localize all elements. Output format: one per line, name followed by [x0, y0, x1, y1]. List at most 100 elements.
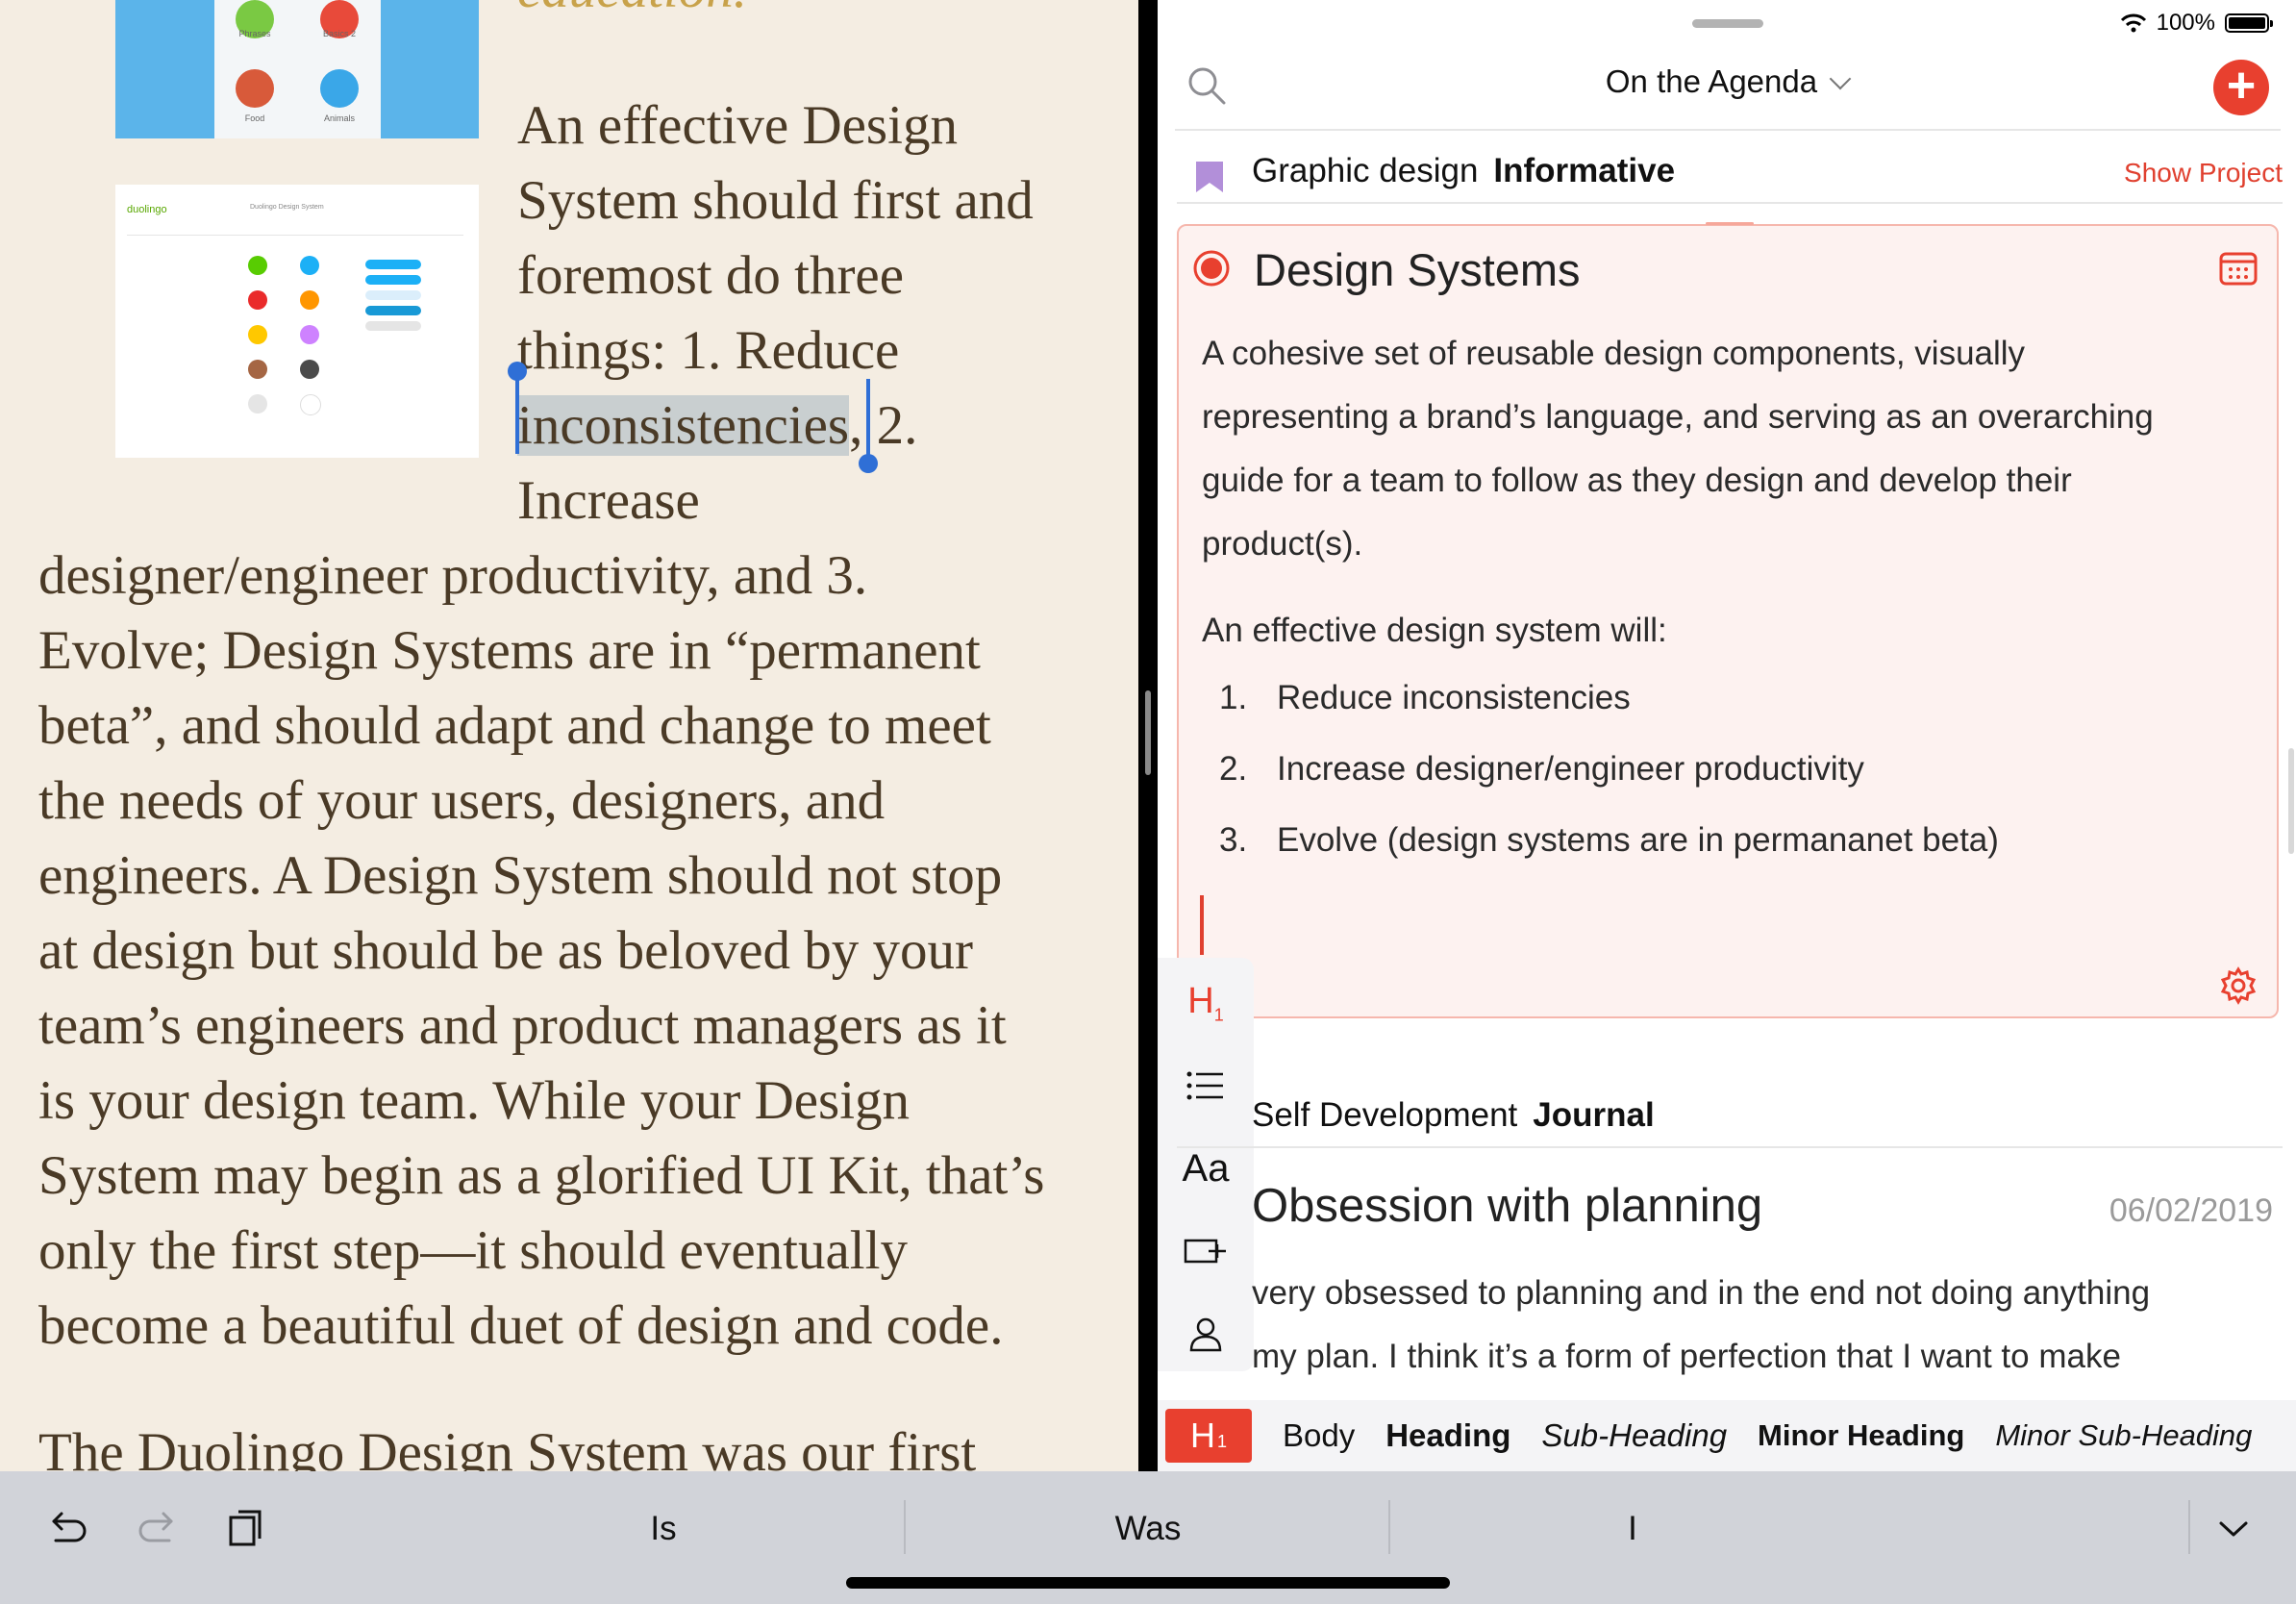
style-minor-heading-button[interactable]: Minor Heading [1758, 1418, 1964, 1453]
thumb-brand: duolingo [127, 204, 167, 215]
gear-icon[interactable] [2219, 966, 2258, 1005]
swatch-light [248, 394, 267, 414]
thumb-button-2 [365, 275, 421, 285]
reader-line: the needs of your users, designers, and [38, 770, 886, 831]
wifi-icon [2120, 13, 2146, 33]
selection-end-bar [866, 379, 870, 456]
reader-line-selection[interactable]: inconsistencies, 2. [517, 388, 917, 464]
note-title[interactable]: Design Systems [1254, 243, 1581, 296]
suggestion-divider [2188, 1500, 2190, 1554]
scrollbar[interactable] [2288, 748, 2294, 854]
suggestion-2[interactable]: Was [908, 1500, 1388, 1558]
thumb-button-1 [365, 260, 421, 269]
insert-tool[interactable] [1158, 1217, 1254, 1285]
person-tool[interactable] [1158, 1300, 1254, 1367]
thumb-button-3 [365, 290, 421, 300]
keyboard-shortcut-bar: Is Was I [0, 1471, 2296, 1604]
style-minor-sub-heading-button[interactable]: Minor Sub-Heading [1995, 1418, 2252, 1453]
project-title: Self Development Journal [1252, 1096, 1655, 1135]
suggestion-divider [904, 1500, 906, 1554]
after-selection: , 2. [849, 395, 918, 456]
agenda-app: 100% On the Agenda + Graphic design Infor… [1158, 0, 2296, 1471]
reader-line: only the first step—it should eventually [38, 1220, 908, 1281]
reader-line: foremost do three [517, 245, 905, 306]
note-body[interactable]: very obsessed to planning and in the end… [1252, 1262, 2290, 1389]
reader-line: at design but should be as beloved by yo… [38, 920, 974, 981]
suggestion-divider [1388, 1500, 1390, 1554]
note-line: product(s). [1202, 525, 1363, 563]
reader-line: System may begin as a glorified UI Kit, … [38, 1145, 1045, 1206]
battery-icon [2225, 13, 2273, 33]
course-map-thumbnail[interactable]: Phrases Basics 2 Food Animals [115, 0, 479, 138]
phrases-label: Phrases [238, 29, 271, 38]
note-line: An effective design system will: [1202, 612, 1667, 649]
note-line: representing a brand’s language, and ser… [1202, 398, 2154, 436]
project-name: Informative [1493, 152, 1676, 189]
note-title[interactable]: Obsession with planning [1252, 1179, 1762, 1233]
reader-line: The Duolingo Design System was our first [38, 1422, 977, 1471]
project-area: Self Development [1252, 1096, 1518, 1134]
swatch-brown [248, 360, 267, 379]
reader-line: team’s engineers and product managers as… [38, 995, 1007, 1056]
design-system-thumbnail[interactable]: duolingo Duolingo Design System [115, 185, 479, 458]
note-card-design-systems[interactable]: Design Systems A cohesive set of reusabl… [1177, 222, 2279, 1018]
note-line: A cohesive set of reusable design compon… [1202, 335, 2026, 372]
person-icon [1189, 1317, 1222, 1352]
style-h1-button[interactable]: H1 [1165, 1409, 1252, 1463]
note-body[interactable]: A cohesive set of reusable design compon… [1202, 322, 2250, 876]
heading-level: 1 [1213, 1005, 1224, 1025]
suggestion-3[interactable]: I [1392, 1500, 1873, 1558]
undo-icon[interactable] [44, 1504, 92, 1552]
reader-line: is your design team. While your Design [38, 1070, 911, 1131]
paragraph-style-bar: H1 Body Heading Sub-Heading Minor Headin… [1158, 1400, 2296, 1471]
heading-tool-label: H1 [1187, 981, 1223, 1026]
style-body-button[interactable]: Body [1283, 1417, 1355, 1454]
format-toolbox: H1 Aa [1158, 958, 1254, 1371]
calendar-icon[interactable] [2219, 249, 2258, 286]
style-heading-button[interactable]: Heading [1385, 1417, 1510, 1454]
reader-line: Evolve; Design Systems are in “permanent [38, 620, 981, 681]
selection-end-handle[interactable] [859, 454, 878, 473]
note-date[interactable]: 06/02/2019 [2109, 1192, 2273, 1230]
window-grabber[interactable] [1692, 19, 1763, 28]
heading-tool[interactable]: H1 [1158, 969, 1254, 1037]
chevron-down-icon [1829, 67, 1852, 90]
note-line: very obsessed to planning and in the end… [1252, 1274, 2151, 1312]
thumb-rule [127, 235, 463, 236]
swatch-yellow [248, 325, 267, 344]
selection-start-bar [515, 377, 519, 454]
food-node-icon [236, 69, 274, 108]
selection-start-handle[interactable] [508, 362, 527, 381]
thumb-button-4 [365, 306, 421, 315]
thumb-button-5 [365, 321, 421, 331]
reader-pane[interactable]: Phrases Basics 2 Food Animals duolingo D… [0, 0, 1138, 1471]
text-cursor [1200, 895, 1204, 955]
reader-line: designer/engineer productivity, and 3. [38, 545, 868, 606]
heading-letter: H [1187, 980, 1214, 1021]
list-item: 2. Increase designer/engineer productivit… [1202, 734, 2250, 805]
swatch-purple [300, 325, 319, 344]
add-note-button[interactable]: + [2213, 60, 2269, 115]
suggestion-1[interactable]: Is [462, 1500, 865, 1558]
category-selector[interactable]: On the Agenda [1158, 63, 2296, 100]
record-status-icon[interactable] [1192, 249, 1231, 288]
redo-icon[interactable] [133, 1504, 181, 1552]
home-indicator[interactable] [846, 1577, 1450, 1589]
font-tool-label: Aa [1182, 1146, 1230, 1190]
list-item: 1. Reduce inconsistencies [1202, 663, 2250, 734]
project-area: Graphic design [1252, 152, 1479, 189]
reader-line: become a beautiful duet of design and co… [38, 1295, 1004, 1356]
selected-text[interactable]: inconsistencies [517, 395, 850, 456]
reader-line: engineers. A Design System should not st… [38, 845, 1003, 906]
paste-icon[interactable] [221, 1504, 269, 1552]
course-map-preview: Phrases Basics 2 Food Animals [214, 0, 381, 138]
header-divider [1175, 129, 2281, 131]
show-project-link[interactable]: Show Project [2124, 158, 2283, 188]
split-view-handle[interactable] [1145, 690, 1151, 775]
style-sub-heading-button[interactable]: Sub-Heading [1541, 1417, 1727, 1454]
project-header-self-development[interactable]: Self Development Journal [1177, 1092, 2283, 1148]
project-header-graphic-design[interactable]: Graphic design Informative Show Project [1177, 152, 2283, 204]
dismiss-keyboard-chevron-icon[interactable] [2209, 1504, 2258, 1552]
list-text: Increase designer/engineer productivity [1277, 750, 1864, 788]
swatch-orange [300, 290, 319, 310]
